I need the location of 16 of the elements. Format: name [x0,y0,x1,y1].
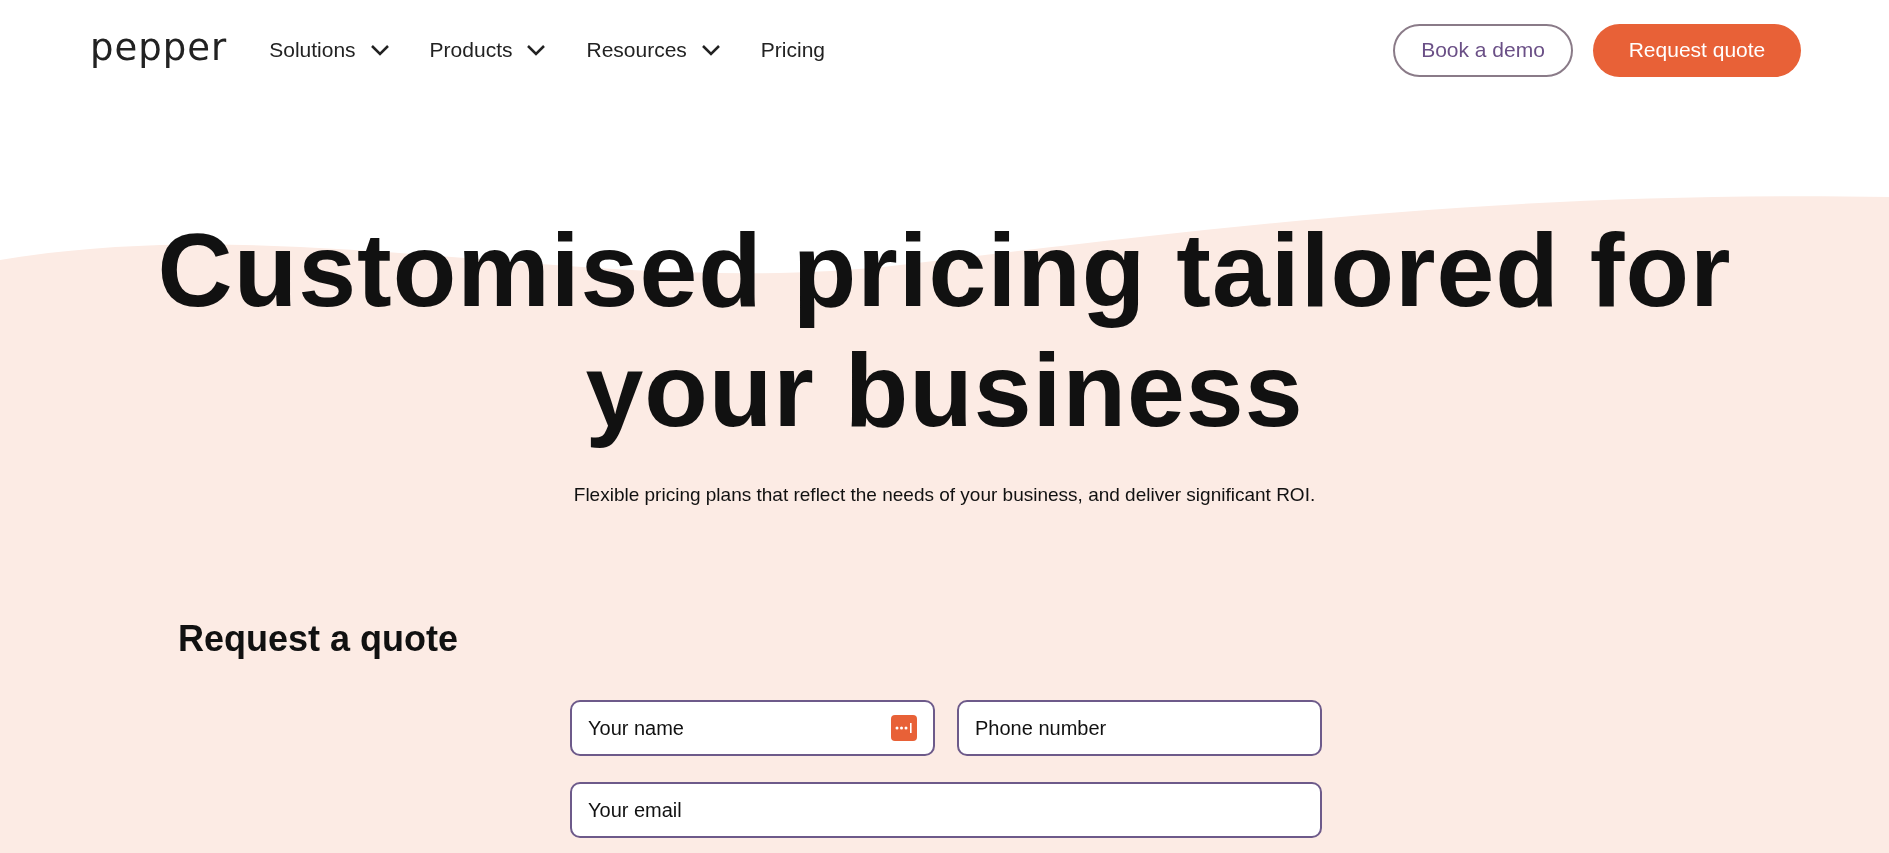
nav-item[interactable]: Products [429,38,547,62]
chevron-down-icon [700,44,721,56]
nav-item[interactable]: Resources [586,38,721,62]
chevron-down-icon [526,44,547,56]
book-demo-button[interactable]: Book a demo [1393,23,1573,77]
input-field[interactable]: Your email [570,782,1322,838]
form-title: Request a quote [178,618,460,660]
subtitle: Flexible pricing plans that reflect the needs of your business, and deliver significant ROI. [573,484,1316,506]
nav-item[interactable]: Solutions [269,38,390,62]
page-heading: Customised pricing tailored for your business [157,211,1732,450]
logo[interactable]: pepper [90,28,228,72]
input-field[interactable]: Phone number [957,700,1322,756]
chevron-down-icon [369,44,390,56]
input-field[interactable]: Your name [570,700,935,756]
nav-item[interactable]: Pricing [760,38,826,62]
password-manager-icon[interactable] [891,715,917,741]
